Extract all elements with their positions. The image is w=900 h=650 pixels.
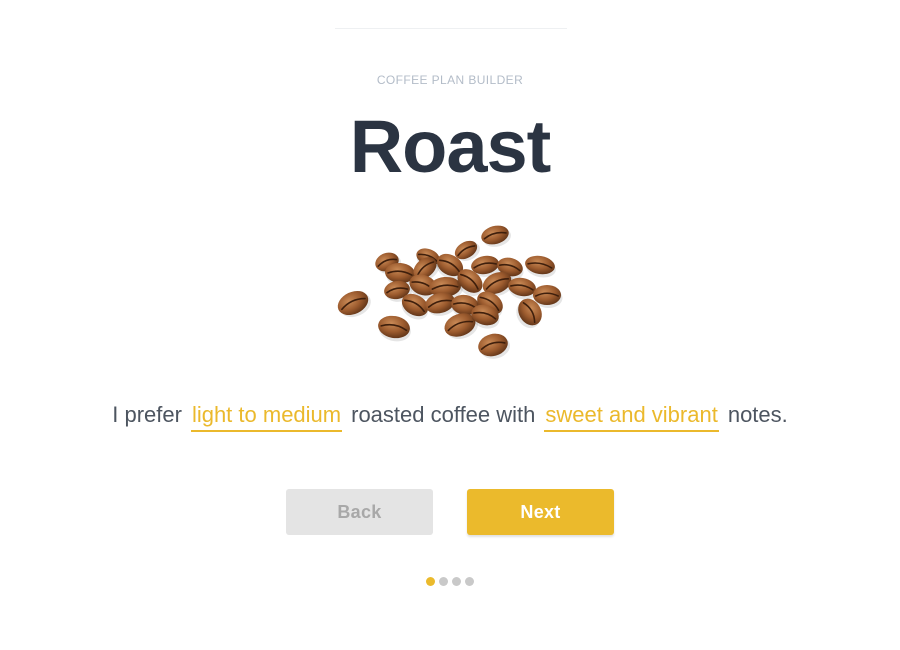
coffee-bean bbox=[478, 333, 510, 359]
pagination-dots bbox=[0, 577, 900, 586]
coffee-bean bbox=[337, 290, 371, 318]
coffee-bean bbox=[378, 315, 411, 342]
sentence-suffix: notes. bbox=[727, 402, 788, 427]
eyebrow-label: COFFEE PLAN BUILDER bbox=[376, 73, 524, 87]
sentence-prefix: I prefer bbox=[112, 402, 182, 427]
pagination-dot[interactable] bbox=[426, 577, 435, 586]
pagination-dot[interactable] bbox=[465, 577, 474, 586]
coffee-bean bbox=[525, 255, 556, 278]
coffee-bean bbox=[481, 225, 511, 247]
pagination-dot[interactable] bbox=[439, 577, 448, 586]
page-title: Roast bbox=[349, 105, 552, 188]
coffee-beans-illustration bbox=[337, 225, 563, 359]
flavor-notes-selector[interactable]: sweet and vibrant bbox=[544, 402, 719, 432]
top-divider bbox=[335, 28, 567, 29]
pagination-dot[interactable] bbox=[452, 577, 461, 586]
roast-level-selector[interactable]: light to medium bbox=[190, 402, 343, 432]
sentence-middle: roasted coffee with bbox=[351, 402, 536, 427]
back-button[interactable]: Back bbox=[286, 489, 433, 535]
preference-sentence: I prefer light to medium roasted coffee wi… bbox=[0, 402, 900, 432]
next-button[interactable]: Next bbox=[467, 489, 614, 535]
